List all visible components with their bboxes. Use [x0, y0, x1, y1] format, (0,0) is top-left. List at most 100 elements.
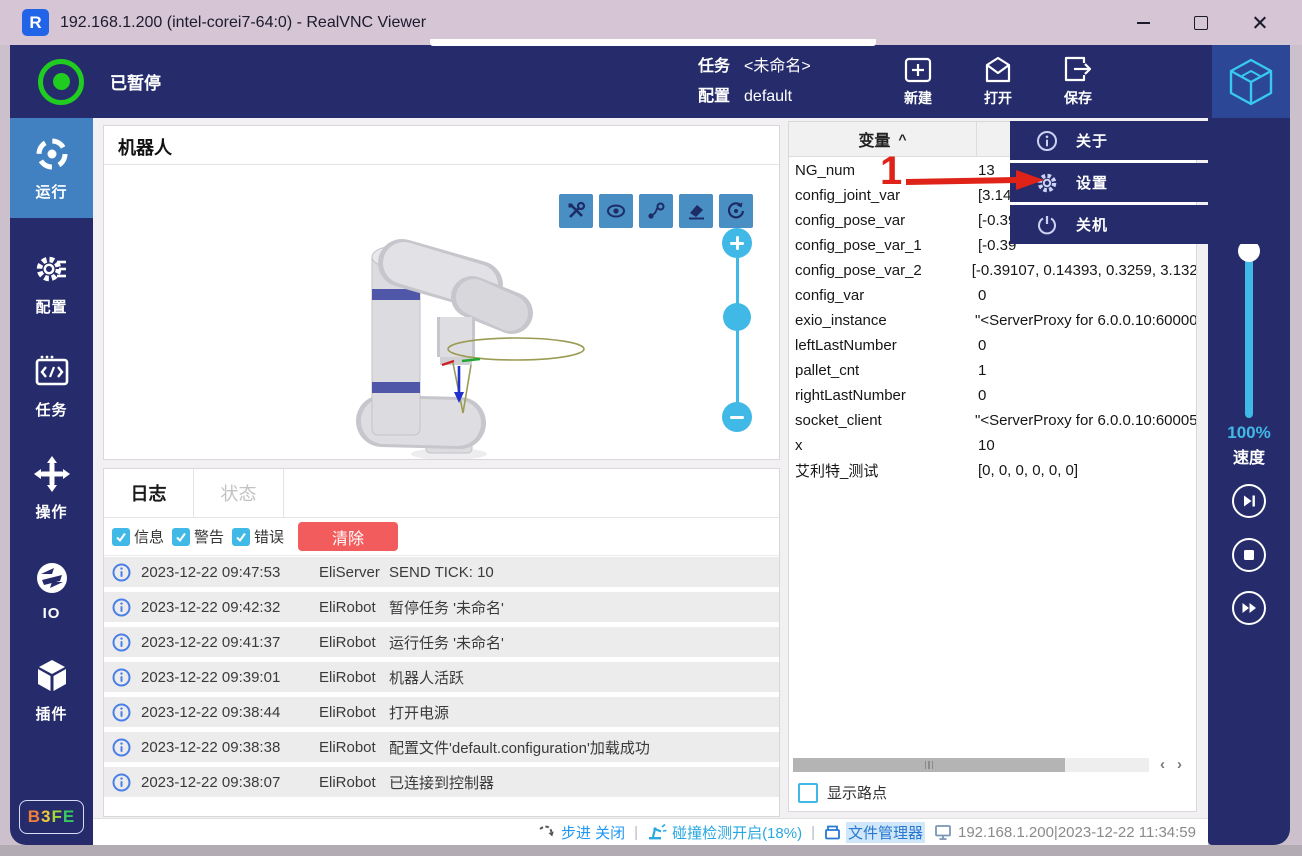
- variables-column-header[interactable]: 变量 ^: [789, 122, 977, 156]
- menu-item-about[interactable]: 关于: [1010, 121, 1290, 160]
- tools-icon: [566, 201, 586, 221]
- log-message: 配置文件'default.configuration'加载成功: [389, 737, 650, 758]
- fast-forward-button[interactable]: [1232, 591, 1266, 625]
- reset-view-button[interactable]: [719, 194, 753, 228]
- collision-icon: [647, 823, 667, 841]
- log-source: EliRobot: [319, 599, 387, 616]
- config-value: default: [744, 84, 792, 110]
- variable-row: x10: [789, 433, 1197, 458]
- info-icon: [112, 598, 131, 617]
- vnc-toolbar-handle[interactable]: [430, 39, 876, 46]
- sort-caret-icon: ^: [898, 131, 906, 147]
- log-entry: 2023-12-22 09:41:37 EliRobot 运行任务 '未命名': [104, 627, 780, 657]
- plugin-cube-icon: [32, 656, 72, 696]
- minimize-button[interactable]: [1114, 0, 1172, 45]
- speed-slider-track[interactable]: [1245, 252, 1253, 418]
- sidebar-nav: 运行 配置 任务: [10, 118, 93, 845]
- visibility-button[interactable]: [599, 194, 633, 228]
- variable-value: 13: [978, 162, 995, 179]
- sidebar-item-config-label: 配置: [35, 296, 67, 317]
- info-icon: [112, 563, 131, 582]
- log-panel: 日志 状态 信息 警告 错误 清除: [103, 468, 780, 817]
- robot-3d-panel: 机器人: [103, 125, 780, 460]
- sidebar-item-run[interactable]: 运行: [10, 118, 93, 218]
- config-gear-icon: [32, 249, 72, 289]
- scroll-right-button[interactable]: ›: [1172, 756, 1187, 773]
- stop-button[interactable]: [1232, 538, 1266, 572]
- step-mode-toggle[interactable]: 步进 关闭: [538, 822, 625, 843]
- scroll-left-button[interactable]: ‹: [1155, 756, 1170, 773]
- filter-error-checkbox[interactable]: 错误: [232, 526, 284, 547]
- step-mode-label: 步进 关闭: [561, 822, 625, 843]
- close-button[interactable]: [1230, 0, 1288, 45]
- save-icon: [1062, 54, 1094, 86]
- variable-value: 10: [978, 437, 995, 454]
- variables-header-label: 变量: [858, 127, 890, 151]
- checkbox-checked-icon: [112, 528, 130, 546]
- maximize-button[interactable]: [1172, 0, 1230, 45]
- waypoint-path-icon: [646, 201, 666, 221]
- badge-letter: B: [28, 807, 41, 827]
- sidebar-item-plugin[interactable]: 插件: [10, 640, 93, 740]
- log-source: EliRobot: [319, 634, 387, 651]
- collision-detect-toggle[interactable]: 碰撞检测开启(18%): [647, 822, 802, 843]
- sidebar-item-io-label: IO: [43, 605, 61, 622]
- zoom-out-button[interactable]: [722, 402, 752, 432]
- variable-name: x: [795, 437, 978, 454]
- step-run-button[interactable]: [1232, 484, 1266, 518]
- filter-warning-checkbox[interactable]: 警告: [172, 526, 224, 547]
- menu-item-settings[interactable]: 设置: [1010, 163, 1290, 202]
- variable-value: "<ServerProxy for 6.0.0.10:60005,: [975, 412, 1197, 429]
- sidebar-item-config[interactable]: 配置: [10, 233, 93, 333]
- tools-button[interactable]: [559, 194, 593, 228]
- connection-info: 192.168.1.200|2023-12-22 11:34:59: [934, 824, 1196, 841]
- rotate-view-icon: [726, 201, 746, 221]
- variable-value: 1: [978, 362, 986, 379]
- log-list: 2023-12-22 09:47:53 EliServer SEND TICK:…: [104, 557, 780, 802]
- variable-row: rightLastNumber0: [789, 383, 1197, 408]
- filter-info-checkbox[interactable]: 信息: [112, 526, 164, 547]
- save-task-button[interactable]: 保存: [1048, 51, 1108, 113]
- zoom-in-button[interactable]: [722, 228, 752, 258]
- open-task-button[interactable]: 打开: [968, 51, 1028, 113]
- robot-status-label: 已暂停: [110, 69, 161, 94]
- horizontal-scrollbar[interactable]: [793, 758, 1149, 772]
- clear-log-button[interactable]: 清除: [298, 522, 398, 551]
- maximize-icon: [1194, 16, 1208, 30]
- path-button[interactable]: [639, 194, 673, 228]
- menu-item-settings-label: 设置: [1076, 172, 1108, 193]
- sidebar-item-task[interactable]: 任务: [10, 336, 93, 436]
- checkbox-checked-icon: [232, 528, 250, 546]
- badge-letter: E: [63, 807, 75, 827]
- menu-item-shutdown[interactable]: 关机: [1010, 205, 1290, 244]
- sidebar-item-jog-label: 操作: [35, 501, 67, 522]
- variable-name: config_var: [795, 287, 978, 304]
- sidebar-item-io[interactable]: IO: [10, 540, 93, 640]
- sidebar-item-jog[interactable]: 操作: [10, 438, 93, 538]
- tab-log[interactable]: 日志: [104, 469, 194, 517]
- system-menu-button[interactable]: [1212, 45, 1290, 118]
- show-waypoints-checkbox[interactable]: 显示路点: [798, 782, 887, 803]
- new-task-label: 新建: [904, 88, 932, 108]
- file-manager-icon: [824, 824, 841, 841]
- status-bar: 步进 关闭 | 碰撞检测开启(18%) | 文件管理器: [93, 818, 1208, 845]
- eraser-button[interactable]: [679, 194, 713, 228]
- stop-icon: [1240, 546, 1258, 564]
- log-source: EliRobot: [319, 704, 387, 721]
- log-tabs: 日志 状态: [104, 469, 780, 518]
- zoom-slider-thumb[interactable]: [723, 303, 751, 331]
- log-time: 2023-12-22 09:47:53: [141, 564, 319, 581]
- variable-row: socket_client"<ServerProxy for 6.0.0.10:…: [789, 408, 1197, 433]
- tab-status[interactable]: 状态: [194, 469, 284, 517]
- show-waypoints-label: 显示路点: [827, 782, 887, 803]
- badge-letter: F: [52, 807, 63, 827]
- file-manager-button[interactable]: 文件管理器: [824, 822, 925, 843]
- separator: |: [634, 824, 638, 841]
- power-icon: [1036, 214, 1058, 236]
- new-task-button[interactable]: 新建: [888, 51, 948, 113]
- variable-row: exio_instance"<ServerProxy for 6.0.0.10:…: [789, 308, 1197, 333]
- info-icon: [112, 668, 131, 687]
- status-dot-icon: [53, 73, 70, 90]
- scrollbar-thumb[interactable]: [793, 758, 1065, 772]
- open-task-label: 打开: [984, 88, 1012, 108]
